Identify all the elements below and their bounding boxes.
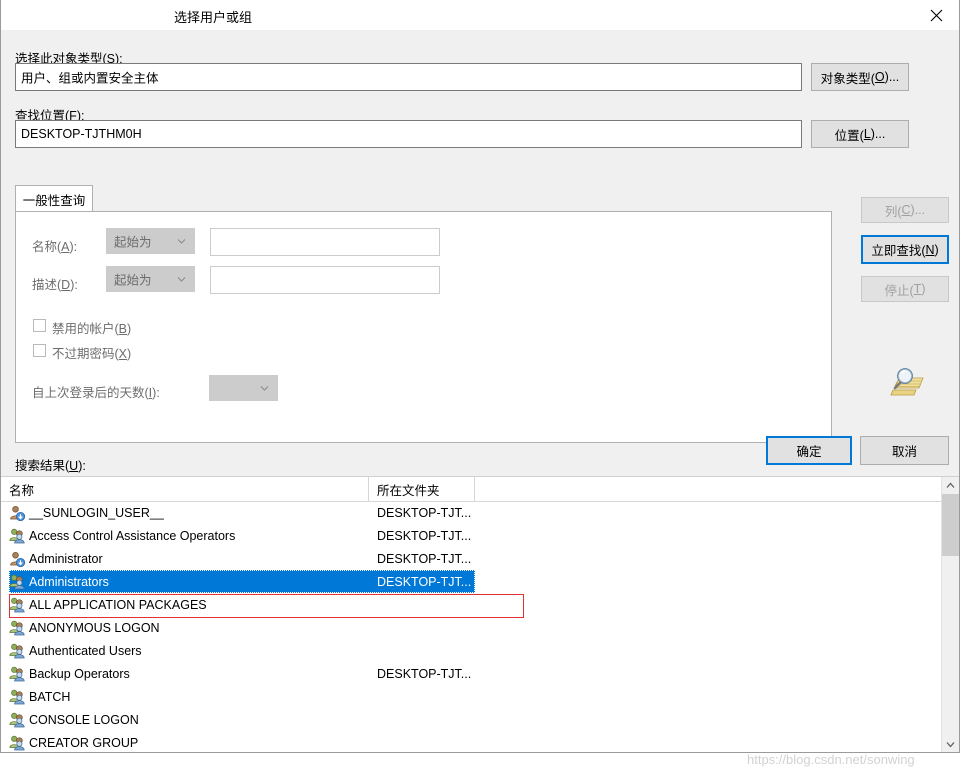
table-row[interactable]: Access Control Assistance Operators DESKT… [1, 524, 941, 547]
locations-button[interactable]: 位置(L)... [811, 120, 909, 148]
search-folder-icon [885, 364, 927, 402]
row-folder: DESKTOP-TJT... [377, 551, 472, 566]
non-expiring-password-label: 不过期密码(X) [52, 347, 132, 361]
object-types-button[interactable]: 对象类型(O)... [811, 63, 909, 91]
row-name: ALL APPLICATION PACKAGES [29, 597, 207, 612]
table-row[interactable]: ALL APPLICATION PACKAGES [1, 593, 941, 616]
title-bar: 选择用户或组 [1, 0, 959, 31]
group-icon [9, 735, 25, 751]
columns-button[interactable]: 列(C)... [861, 197, 949, 223]
search-results-label: 搜索结果(U): [15, 459, 86, 473]
table-row[interactable]: Backup Operators DESKTOP-TJT... [1, 662, 941, 685]
table-row[interactable]: BATCH [1, 685, 941, 708]
row-folder: DESKTOP-TJT... [377, 666, 472, 681]
row-name: ANONYMOUS LOGON [29, 620, 160, 635]
cancel-button[interactable]: 取消 [860, 436, 949, 465]
row-name: Access Control Assistance Operators [29, 528, 236, 543]
find-now-button[interactable]: 立即查找(N) [861, 235, 949, 264]
group-icon [9, 643, 25, 659]
search-results-list[interactable]: 名称 所在文件夹 __SUNLOGIN_USER__ DESKTOP-TJT...… [1, 476, 959, 752]
row-folder: DESKTOP-TJT... [377, 574, 472, 589]
location-value: DESKTOP-TJTHM0H [21, 127, 142, 141]
user-icon [9, 505, 26, 521]
scrollbar-thumb[interactable] [942, 494, 959, 556]
table-row[interactable]: Authenticated Users [1, 639, 941, 662]
row-name: Authenticated Users [29, 643, 142, 658]
description-label: 描述(D): [32, 278, 78, 292]
table-row[interactable]: CREATOR GROUP [1, 731, 941, 752]
row-name: BATCH [29, 689, 71, 704]
table-row[interactable]: ANONYMOUS LOGON [1, 616, 941, 639]
select-users-or-groups-dialog: 选择用户或组 选择此对象类型(S): 用户、组或内置安全主体 对象类型(O)..… [0, 0, 960, 767]
chevron-down-icon [177, 237, 186, 246]
name-label: 名称(A): [32, 240, 78, 254]
chevron-down-icon [260, 384, 269, 393]
table-row[interactable]: __SUNLOGIN_USER__ DESKTOP-TJT... [1, 501, 941, 524]
group-icon [9, 574, 25, 590]
row-name: Administrators [29, 574, 109, 589]
non-expiring-password-checkbox[interactable] [33, 344, 46, 357]
result-rows: __SUNLOGIN_USER__ DESKTOP-TJT... Access Co… [1, 501, 941, 752]
row-name: CONSOLE LOGON [29, 712, 139, 727]
object-type-value: 用户、组或内置安全主体 [21, 71, 159, 86]
row-name: CREATOR GROUP [29, 735, 139, 750]
days-since-logon-combo[interactable] [209, 375, 278, 401]
row-name: Backup Operators [29, 666, 130, 681]
row-folder: DESKTOP-TJT... [377, 505, 472, 520]
group-icon [9, 528, 25, 544]
group-icon [9, 712, 25, 728]
list-column-headers: 名称 所在文件夹 [1, 477, 959, 502]
description-condition-combo[interactable]: 起始为 [106, 266, 195, 292]
chevron-down-icon [177, 275, 186, 284]
group-icon [9, 597, 25, 613]
dialog-client-area: 选择此对象类型(S): 用户、组或内置安全主体 对象类型(O)... 查找位置(… [1, 30, 959, 767]
table-row[interactable]: CONSOLE LOGON [1, 708, 941, 731]
description-value-input[interactable] [210, 266, 440, 294]
tab-strip: 一般性查询 [15, 185, 832, 212]
disabled-accounts-checkbox[interactable] [33, 319, 46, 332]
disabled-accounts-label: 禁用的帐户(B) [52, 322, 132, 336]
tab-general-query[interactable]: 一般性查询 [15, 185, 93, 212]
object-type-field[interactable]: 用户、组或内置安全主体 [15, 63, 802, 91]
group-icon [9, 666, 25, 682]
general-query-panel: 名称(A): 起始为 描述(D): 起始为 禁用的帐户(B) 不过期密码(X) … [15, 211, 832, 443]
name-condition-combo[interactable]: 起始为 [106, 228, 195, 254]
group-icon [9, 620, 25, 636]
table-row[interactable]: Administrator DESKTOP-TJT... [1, 547, 941, 570]
scroll-up-icon[interactable] [942, 477, 959, 494]
stop-button[interactable]: 停止(T) [861, 276, 949, 302]
scroll-down-icon[interactable] [942, 736, 959, 752]
row-name: __SUNLOGIN_USER__ [29, 505, 164, 520]
description-condition-value: 起始为 [114, 273, 152, 288]
watermark: https://blog.csdn.net/sonwing [747, 752, 915, 767]
ok-button[interactable]: 确定 [766, 436, 852, 465]
name-condition-value: 起始为 [114, 235, 152, 250]
table-row[interactable]: Administrators DESKTOP-TJT... [1, 570, 941, 593]
close-icon[interactable] [913, 0, 959, 30]
vertical-scrollbar[interactable] [941, 477, 959, 752]
days-since-logon-label: 自上次登录后的天数(I): [32, 386, 160, 400]
name-value-input[interactable] [210, 228, 440, 256]
group-icon [9, 689, 25, 705]
column-header-folder[interactable]: 所在文件夹 [369, 477, 475, 501]
window-title: 选择用户或组 [174, 10, 253, 25]
user-icon [9, 551, 26, 567]
location-field[interactable]: DESKTOP-TJTHM0H [15, 120, 802, 148]
row-folder: DESKTOP-TJT... [377, 528, 472, 543]
row-name: Administrator [29, 551, 103, 566]
column-header-name[interactable]: 名称 [1, 477, 369, 501]
